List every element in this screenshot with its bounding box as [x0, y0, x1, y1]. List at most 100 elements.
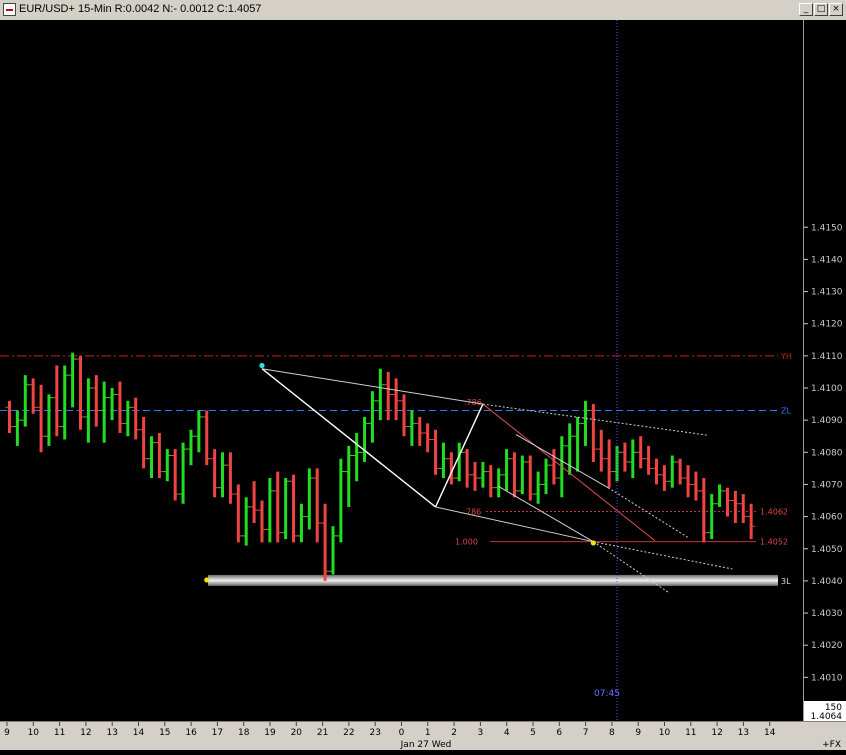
ohlc-bar	[44, 394, 53, 446]
time-tick-label: 16	[185, 728, 197, 738]
level-yh-label: YH	[780, 352, 792, 361]
price-axis[interactable]: 1.40001.40101.40201.40301.40401.40501.40…	[794, 20, 846, 716]
ohlc-bar	[392, 378, 401, 421]
chart-window-icon	[3, 3, 16, 16]
ohlc-bar	[92, 375, 101, 427]
title-bar[interactable]: EUR/USD+ 15-Min R:0.0042 N:- 0.0012 C:1.…	[0, 0, 846, 21]
close-button[interactable]: ×	[829, 3, 843, 16]
ohlc-bar	[352, 433, 361, 482]
time-tick-label: 6	[556, 728, 562, 738]
ohlc-bar	[328, 526, 337, 575]
ohlc-bar	[510, 452, 519, 498]
ohlc-bar	[37, 384, 46, 453]
ohlc-bar	[336, 458, 345, 543]
ohlc-bar	[581, 400, 590, 446]
ohlc-bar	[542, 458, 551, 495]
minimize-button[interactable]: _	[799, 3, 813, 16]
ohlc-bar	[731, 490, 740, 524]
time-tick-label: 13	[738, 728, 749, 738]
ohlc-bar	[163, 449, 172, 482]
session-date-label: Jan 27 Wed	[400, 740, 452, 750]
price-tick-label: 1.4140	[811, 255, 843, 265]
price-tick-label: 1.4070	[811, 480, 843, 490]
ohlc-bar	[321, 503, 330, 581]
price-tick-label: 1.4020	[811, 641, 843, 651]
ohlc-bar	[747, 503, 756, 540]
price-tick-label: 1.4080	[811, 448, 843, 458]
ohlc-bar	[68, 352, 77, 408]
time-tick-label: 11	[54, 728, 65, 738]
ohlc-bar	[273, 471, 282, 543]
ohlc-bar	[652, 458, 661, 485]
time-tick-label: 11	[685, 728, 696, 738]
ohlc-bar	[155, 433, 164, 479]
time-tick-label: 14	[764, 728, 776, 738]
retracement-ratio: 1.000	[455, 538, 478, 547]
time-tick-label: 0	[399, 728, 405, 738]
ohlc-bar	[684, 465, 693, 498]
time-tick-label: 10	[28, 728, 40, 738]
ohlc-bar	[628, 439, 637, 479]
swing-point-marker	[259, 362, 265, 369]
time-tick-label: 14	[133, 728, 145, 738]
time-tick-label: 2	[451, 728, 457, 738]
ohlc-bar	[660, 465, 669, 491]
price-tick-label: 1.4100	[811, 384, 843, 394]
ohlc-bar	[613, 445, 622, 482]
ohlc-bar	[668, 455, 677, 488]
ohlc-bar	[384, 371, 393, 421]
time-tick-label: 17	[212, 728, 223, 738]
level-zl-label: ZL	[781, 407, 791, 416]
ohlc-bar	[463, 449, 472, 488]
window-title: EUR/USD+ 15-Min R:0.0042 N:- 0.0012 C:1.…	[19, 3, 262, 15]
price-axis-labels: 1.40001.40101.40201.40301.40401.40501.40…	[794, 223, 843, 715]
ohlc-bar	[171, 449, 180, 501]
ohlc-bar	[344, 445, 353, 507]
time-tick-label: 22	[343, 728, 354, 738]
price-chart-canvas[interactable]: YHZL3L7861.40621.0001.4052.786 07:45	[0, 20, 803, 721]
ohlc-bar	[13, 410, 22, 446]
ohlc-bar	[257, 500, 266, 543]
ohlc-bar	[699, 478, 708, 543]
price-chart-plot[interactable]: YHZL3L7861.40621.0001.4052.786 07:45	[0, 20, 803, 721]
ohlc-bar	[29, 378, 38, 414]
ohlc-bar	[636, 436, 645, 469]
ohlc-bar	[5, 400, 14, 434]
time-tick-label: 21	[317, 728, 328, 738]
ohlc-bar	[573, 416, 582, 472]
ohlc-bar	[534, 471, 543, 504]
price-tick-label: 1.4060	[811, 513, 843, 523]
ohlc-bar	[242, 497, 251, 546]
time-tick-label: 18	[238, 728, 250, 738]
price-tick-label: 1.4130	[811, 288, 843, 298]
maximize-button[interactable]: □	[814, 3, 828, 16]
time-tick-label: 4	[504, 728, 510, 738]
price-tick-label: 1.4040	[811, 577, 843, 587]
ohlc-bar	[676, 458, 685, 485]
channel-line	[497, 485, 594, 543]
swing-point-marker	[590, 540, 596, 546]
ohlc-bar	[691, 471, 700, 501]
time-tick-label: 23	[369, 728, 380, 738]
ohlc-bars	[5, 352, 756, 581]
time-axis[interactable]: Jan 27 Wed +FX 9 10 11 12 13 14 15 16 17 18 19 20 21…	[0, 721, 846, 750]
time-tick-label: 20	[291, 728, 303, 738]
ohlc-bar	[620, 442, 629, 472]
ohlc-bar	[108, 388, 117, 421]
ohlc-bar	[21, 375, 30, 427]
ohlc-bar	[526, 455, 535, 501]
level-3l-label: 3L	[781, 577, 791, 586]
ohlc-bar	[478, 461, 487, 488]
time-tick-label: 12	[80, 728, 91, 738]
ohlc-bar	[368, 391, 377, 443]
ohlc-bar	[605, 439, 614, 488]
ohlc-bar	[139, 416, 148, 469]
ohlc-bar	[723, 487, 732, 517]
ohlc-bar	[194, 410, 203, 453]
ohlc-bar	[494, 468, 503, 498]
chart-window: EUR/USD+ 15-Min R:0.0042 N:- 0.0012 C:1.…	[0, 0, 846, 750]
price-tick-label: 1.4050	[811, 545, 843, 555]
ohlc-bar	[313, 468, 322, 543]
feed-label: +FX	[822, 740, 841, 750]
time-tick-label: 10	[659, 728, 671, 738]
